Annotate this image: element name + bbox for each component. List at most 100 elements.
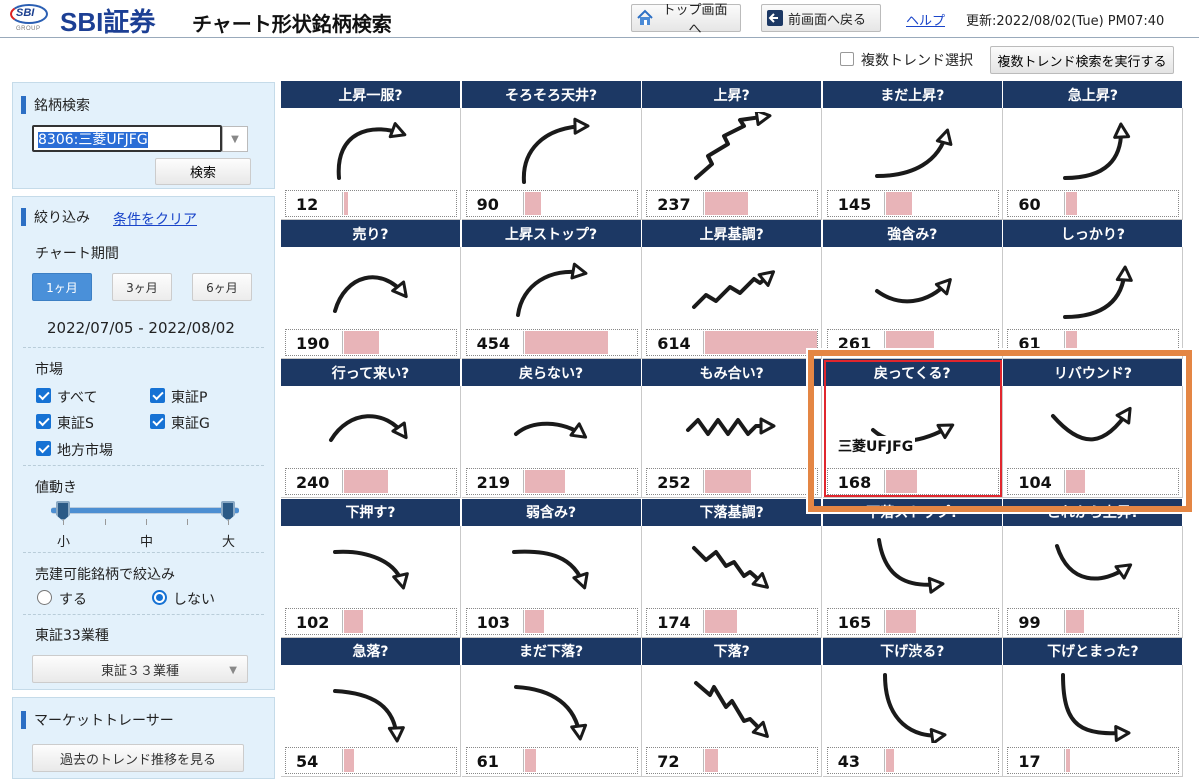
trend-cell-body[interactable]: 103 [461, 525, 642, 638]
market-all-checkbox[interactable] [36, 388, 51, 403]
trend-cell[interactable]: 下げとまった? 17 [1003, 637, 1184, 777]
trend-cell[interactable]: 急上昇? 60 [1003, 81, 1184, 220]
trend-cell-body[interactable]: 72 [642, 664, 823, 777]
trend-cell-body[interactable]: 165 [822, 525, 1003, 638]
trend-count-box: 99 [1007, 607, 1180, 635]
trend-cell[interactable]: 下げ渋る? 43 [822, 637, 1003, 777]
trend-cell-body[interactable]: 454 [461, 247, 642, 360]
trend-cell[interactable]: 下落基調? 174 [642, 498, 823, 638]
trend-cell[interactable]: 強含み? 261 [822, 220, 1003, 360]
app-window: SBI GROUP SBI証券 チャート形状銘柄検索 トップ画面へ 前画面へ戻る… [0, 0, 1199, 782]
trend-count: 99 [1018, 612, 1041, 632]
trend-cell[interactable]: これから上昇? 99 [1003, 498, 1184, 638]
trend-cell[interactable]: まだ下落? 61 [461, 637, 642, 777]
market-growth-checkbox[interactable] [150, 414, 165, 429]
chevron-down-icon: ▼ [229, 665, 237, 676]
trend-cell-body[interactable]: 60 [1003, 108, 1184, 220]
trend-cell[interactable]: 戻らない? 219 [461, 359, 642, 499]
trend-cell-body[interactable]: 54 [281, 664, 461, 777]
trend-cell[interactable]: そろそろ天井? 90 [461, 81, 642, 220]
brand-logo[interactable]: SBI証券 [60, 2, 155, 39]
trend-cell-body[interactable]: 219 [461, 386, 642, 499]
trend-cell[interactable]: もみ合い? 252 [642, 359, 823, 499]
trend-count: 17 [1018, 751, 1041, 771]
trend-cell[interactable]: 下押す? 102 [281, 498, 461, 638]
market-standard-checkbox[interactable] [36, 414, 51, 429]
period-6m-button[interactable]: 6ヶ月 [192, 273, 252, 301]
trend-count-box: 237 [646, 190, 819, 217]
trend-cell[interactable]: 急落? 54 [281, 637, 461, 777]
trend-count: 90 [476, 195, 499, 214]
trend-history-button[interactable]: 過去のトレンド推移を見る [32, 744, 244, 772]
trend-cell-body[interactable]: 99 [1003, 525, 1184, 638]
trend-cell-body[interactable]: 12 [281, 108, 461, 220]
period-1m-button[interactable]: 1ヶ月 [32, 273, 92, 301]
back-arrow-icon [766, 9, 784, 27]
trend-count-bar [705, 748, 719, 772]
volatility-min-handle[interactable] [56, 501, 70, 521]
trend-count: 454 [476, 334, 510, 354]
trend-cell-body[interactable]: 240 [281, 386, 461, 499]
volatility-tick-high: 大 [222, 535, 236, 550]
trend-cell-body[interactable]: 102 [281, 525, 461, 638]
market-prime-checkbox[interactable] [150, 388, 165, 403]
trend-cell-label: 上昇基調? [642, 220, 823, 248]
trend-count-box: 240 [285, 468, 457, 496]
trend-cell[interactable]: 上昇一服? 12 [281, 81, 461, 220]
trend-cell[interactable]: 上昇? 237 [642, 81, 823, 220]
market-local-checkbox[interactable] [36, 441, 51, 456]
trend-cell-body[interactable]: 145 [822, 108, 1003, 220]
shortable-yes-radio[interactable] [37, 590, 52, 605]
filter-panel: 絞り込み 条件をクリア チャート期間 1ヶ月 3ヶ月 6ヶ月 2022/07/0… [12, 196, 275, 690]
multi-trend-checkbox[interactable] [840, 52, 854, 66]
trend-cell-body[interactable]: 174 [642, 525, 823, 638]
top-page-button[interactable]: トップ画面へ [631, 3, 741, 37]
trend-cell-label: 上昇ストップ? [461, 220, 642, 248]
trend-count: 174 [657, 612, 691, 632]
help-link[interactable]: ヘルプ [906, 10, 945, 29]
trend-cell[interactable]: 弱含み? 103 [461, 498, 642, 638]
trend-cell-body[interactable]: 90 [461, 108, 642, 220]
clear-conditions-link[interactable]: 条件をクリア [113, 209, 197, 229]
trend-arrow-icon [874, 128, 953, 178]
trend-count-box: 190 [285, 329, 457, 357]
trend-cell[interactable]: まだ上昇? 145 [822, 81, 1003, 220]
home-icon [636, 9, 654, 27]
period-3m-button[interactable]: 3ヶ月 [112, 273, 172, 301]
trend-cell-body[interactable]: 43 [822, 664, 1003, 777]
trend-cell-body[interactable]: 237 [642, 108, 823, 220]
trend-cell-label: 売り? [281, 220, 461, 248]
sbi-group-logo-icon[interactable]: SBI GROUP [10, 4, 48, 34]
back-button[interactable]: 前画面へ戻る [761, 4, 881, 32]
trend-count-box: 72 [646, 746, 819, 774]
volatility-max-handle[interactable] [221, 501, 235, 521]
trend-cell-body[interactable]: 252 [642, 386, 823, 499]
trend-arrow-icon [1061, 672, 1131, 742]
stock-search-input[interactable]: 8306:三菱UFJFG [32, 125, 222, 152]
trend-cell-body[interactable]: 17 [1003, 664, 1184, 777]
trend-cell-body[interactable]: 61 [1003, 247, 1184, 360]
trend-cell-body[interactable]: 190 [281, 247, 461, 360]
chevron-down-icon[interactable]: ▼ [222, 126, 248, 152]
multi-trend-run-button[interactable]: 複数トレンド検索を実行する [990, 46, 1174, 74]
trend-arrow-icon [876, 537, 945, 594]
trend-cell[interactable]: 下落ストップ? 165 [822, 498, 1003, 638]
industry-select[interactable]: 東証３３業種 ▼ [32, 655, 248, 683]
trend-arrow-icon [1063, 265, 1134, 320]
trend-cell[interactable]: 上昇基調? 614 [642, 220, 823, 360]
search-button[interactable]: 検索 [155, 158, 251, 185]
stock-search-heading: 銘柄検索 [21, 95, 90, 115]
trend-count-bar [1066, 748, 1071, 772]
trend-cell[interactable]: 売り? 190 [281, 220, 461, 360]
trend-count-box: 103 [465, 607, 638, 635]
trend-cell-body[interactable]: 261 [822, 247, 1003, 360]
trend-count-box: 165 [826, 607, 999, 635]
shortable-no-radio[interactable] [152, 590, 167, 605]
trend-cell[interactable]: 下落? 72 [642, 637, 823, 777]
trend-cell-body[interactable]: 614 [642, 247, 823, 360]
trend-cell[interactable]: 行って来い? 240 [281, 359, 461, 499]
trend-cell-body[interactable]: 61 [461, 664, 642, 777]
trend-cell-label: まだ下落? [461, 637, 642, 665]
trend-cell[interactable]: 上昇ストップ? 454 [461, 220, 642, 360]
trend-cell[interactable]: しっかり? 61 [1003, 220, 1184, 360]
